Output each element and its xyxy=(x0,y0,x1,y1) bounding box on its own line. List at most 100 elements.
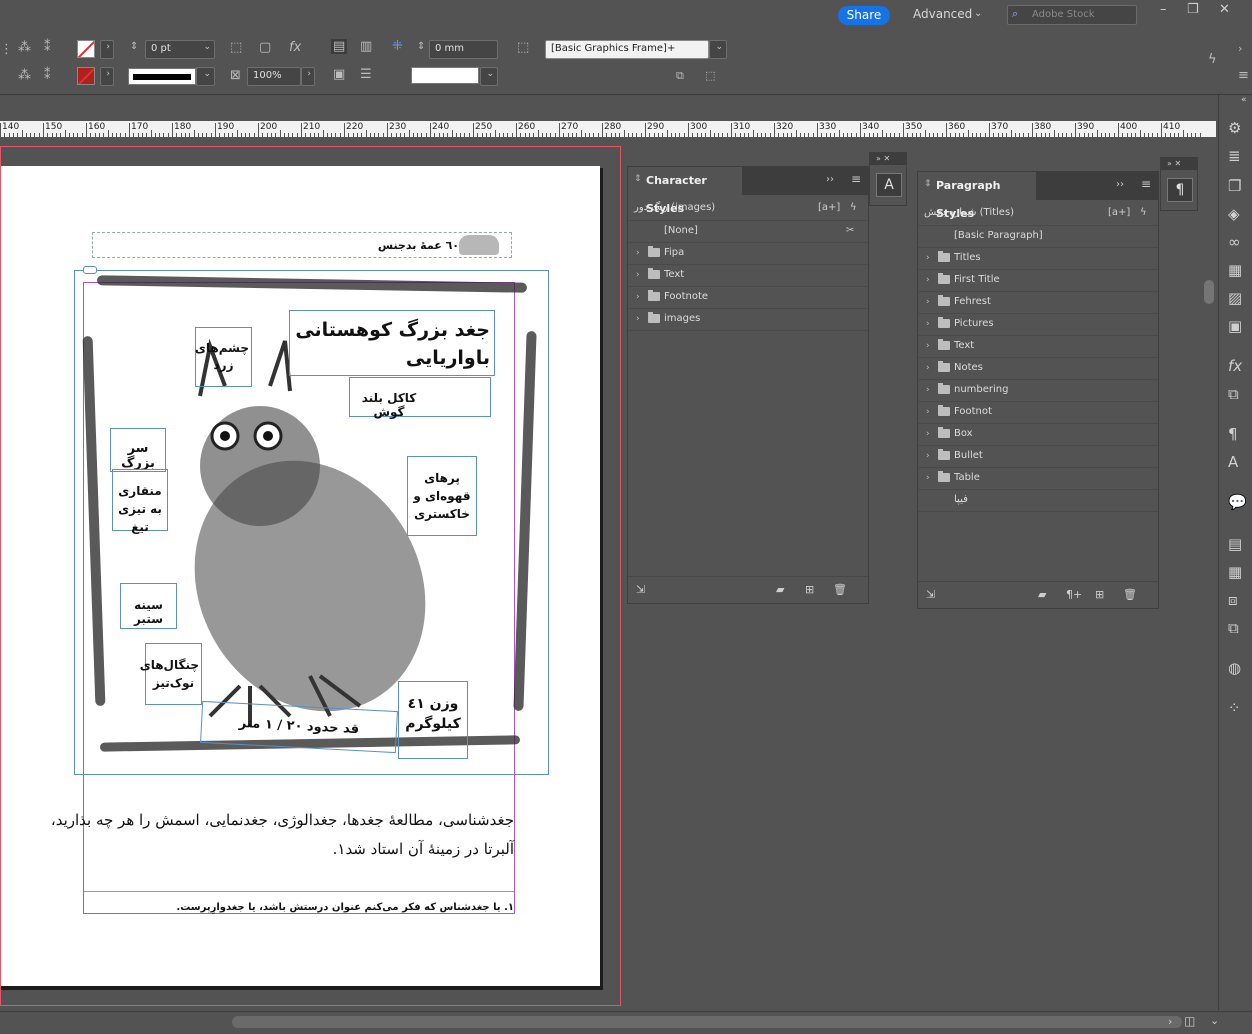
table-styles-icon[interactable]: ⧈ xyxy=(1228,591,1238,609)
chevron-right-icon[interactable]: › xyxy=(926,379,930,401)
workspace-switcher[interactable]: Advanced xyxy=(913,7,972,21)
chevron-right-icon[interactable]: › xyxy=(926,313,930,335)
chevron-right-icon[interactable]: › xyxy=(926,335,930,357)
drop-shadow-icon[interactable]: ▢ xyxy=(259,40,271,55)
delete-icon[interactable]: 🗑 xyxy=(833,583,847,596)
new-style-icon[interactable]: [a+] xyxy=(1108,201,1130,225)
chevron-right-icon[interactable]: › xyxy=(926,423,930,445)
chevron-down-icon[interactable]: ⌄ xyxy=(1210,1014,1219,1027)
align-bottom-icon[interactable]: ⁂ xyxy=(18,68,31,83)
fill-dropdown[interactable]: › xyxy=(100,40,114,59)
effects-icon[interactable]: fx xyxy=(1228,357,1242,375)
chevron-right-icon[interactable]: › xyxy=(926,357,930,379)
create-style-icon[interactable]: ⊞ xyxy=(805,583,814,596)
new-group-icon[interactable]: ▰ xyxy=(776,583,784,596)
paragraph-style-item[interactable]: فیپا xyxy=(918,489,1158,512)
paragraph-style-item[interactable]: › First Title xyxy=(918,269,1158,292)
color-dropdown[interactable]: ⌄ xyxy=(480,67,498,86)
color-field[interactable] xyxy=(411,67,479,84)
character-style-item[interactable]: [None] ✂ xyxy=(628,220,868,243)
distribute-spacing-icon[interactable]: ⁑ xyxy=(44,40,51,55)
tab-character-styles[interactable]: Character Styles xyxy=(628,167,742,215)
distribute-icon[interactable]: ⁂ xyxy=(18,40,31,55)
chevron-right-icon[interactable]: › xyxy=(926,291,930,313)
stroke-weight-field[interactable]: 0 pt ⌄ xyxy=(145,40,215,59)
panel-collapse-icon[interactable]: ›› xyxy=(1116,179,1124,190)
split-view-icon[interactable]: ◫ xyxy=(1184,1014,1195,1028)
opacity-dropdown[interactable]: › xyxy=(301,67,315,86)
vertical-scrollbar-thumb[interactable] xyxy=(1204,280,1214,304)
paragraph-style-item[interactable]: › Table xyxy=(918,467,1158,490)
paragraph-style-item[interactable]: › numbering xyxy=(918,379,1158,402)
chevron-right-icon[interactable]: › xyxy=(636,308,640,330)
delete-icon[interactable]: 🗑 xyxy=(1123,588,1137,601)
new-style-icon[interactable]: [a+] xyxy=(818,196,840,220)
stroke-weight-stepper-icon[interactable]: ⇕ xyxy=(130,41,138,52)
paragraph-style-item[interactable]: › Pictures xyxy=(918,313,1158,336)
character-style-item[interactable]: › Footnote xyxy=(628,286,868,309)
share-button[interactable]: Share xyxy=(838,6,890,25)
paragraph-style-item[interactable]: › Footnot xyxy=(918,401,1158,424)
align-icon[interactable]: ⋮ xyxy=(0,42,13,57)
chevron-right-icon[interactable]: › xyxy=(636,264,640,286)
corner-options-icon[interactable]: ⬚ xyxy=(230,40,242,55)
text-wrap-icon[interactable]: ▤ xyxy=(1228,535,1242,553)
adobe-stock-search[interactable]: ⌕ Adobe Stock xyxy=(1007,5,1137,25)
clear-overrides-icon[interactable]: ⧉ xyxy=(676,69,684,83)
more-icon[interactable]: ⁘ xyxy=(1228,699,1241,717)
paragraph-style-item[interactable]: [Basic Paragraph] xyxy=(918,225,1158,248)
character-icon[interactable]: A xyxy=(1228,453,1238,471)
swatches-icon[interactable]: ▦ xyxy=(1228,261,1242,279)
paragraph-style-item[interactable]: › Notes xyxy=(918,357,1158,380)
load-styles-icon[interactable]: ⇲ xyxy=(926,588,935,601)
chevron-right-icon[interactable]: › xyxy=(636,286,640,308)
chevron-right-icon[interactable]: › xyxy=(926,401,930,423)
offset-stepper-icon[interactable]: ⇕ xyxy=(417,41,425,52)
fx-icon[interactable]: fx xyxy=(289,40,301,55)
chevron-down-icon[interactable]: ⌄ xyxy=(974,8,982,19)
clear-style-icon[interactable]: ✂ xyxy=(846,220,854,242)
links-icon[interactable]: ∞ xyxy=(1228,233,1241,251)
chevron-right-icon[interactable]: › xyxy=(926,269,930,291)
chevron-right-icon[interactable]: › xyxy=(926,247,930,269)
tab-collapse-icon[interactable]: ⇕ xyxy=(634,174,642,184)
new-group-icon[interactable]: ▰ xyxy=(1038,588,1046,601)
control-menu-icon[interactable]: ≡ xyxy=(1238,68,1249,83)
object-style-dropdown[interactable]: ⌄ xyxy=(709,40,727,59)
reference-point-icon[interactable]: ⁜ xyxy=(392,39,403,54)
chevron-right-icon[interactable]: › xyxy=(926,445,930,467)
close-icon[interactable]: ✕ xyxy=(1219,2,1230,17)
chevron-right-icon[interactable]: › xyxy=(636,242,640,264)
globe-icon[interactable]: ◍ xyxy=(1228,659,1241,677)
lightning-icon[interactable]: ϟ xyxy=(850,196,857,220)
text-wrap-object-icon[interactable]: ▣ xyxy=(333,67,345,82)
minimize-icon[interactable]: – xyxy=(1160,2,1167,17)
lightning-icon[interactable]: ϟ xyxy=(1140,201,1147,225)
offset-field[interactable]: 0 mm xyxy=(429,40,498,59)
paragraph-styles-icon[interactable]: ¶ xyxy=(1167,178,1193,202)
text-wrap-box-icon[interactable]: ▥ xyxy=(360,39,372,54)
character-styles-icon[interactable]: A xyxy=(876,173,902,197)
text-wrap-jump-icon[interactable]: ☰ xyxy=(360,67,372,82)
horizontal-ruler[interactable]: 140 150 160 170 180 190 200 210 220 230 240 250 260 2… xyxy=(0,121,1216,138)
fill-swatch[interactable] xyxy=(77,40,95,58)
paragraph-icon[interactable]: ¶ xyxy=(1228,425,1238,443)
restore-icon[interactable]: ❐ xyxy=(1187,2,1199,17)
stroke-dropdown[interactable]: › xyxy=(100,67,114,86)
pages-icon[interactable]: ≣ xyxy=(1228,147,1241,165)
opacity-field[interactable]: 100% xyxy=(247,67,301,86)
paragraph-style-item[interactable]: › Text xyxy=(918,335,1158,358)
dock-collapse-icon[interactable]: « xyxy=(1241,95,1247,105)
paragraph-style-item[interactable]: › Box xyxy=(918,423,1158,446)
character-style-item[interactable]: › Fipa xyxy=(628,242,868,265)
panel-collapse-icon[interactable]: ›› xyxy=(826,174,834,185)
stroke-type-field[interactable] xyxy=(128,68,196,85)
stroke-swatch[interactable] xyxy=(77,67,95,85)
paragraph-style-item[interactable]: › Titles xyxy=(918,247,1158,270)
gradient-icon[interactable]: ▨ xyxy=(1228,289,1242,307)
dock-header[interactable]: » ✕ xyxy=(870,153,906,165)
quick-apply-icon[interactable]: ϟ xyxy=(1208,52,1217,67)
control-more-icon[interactable]: › xyxy=(1238,42,1242,55)
horizontal-scrollbar[interactable]: › ◫ ⌄ xyxy=(0,1011,1252,1034)
clear-overrides-icon[interactable]: ¶+ xyxy=(1066,588,1082,601)
